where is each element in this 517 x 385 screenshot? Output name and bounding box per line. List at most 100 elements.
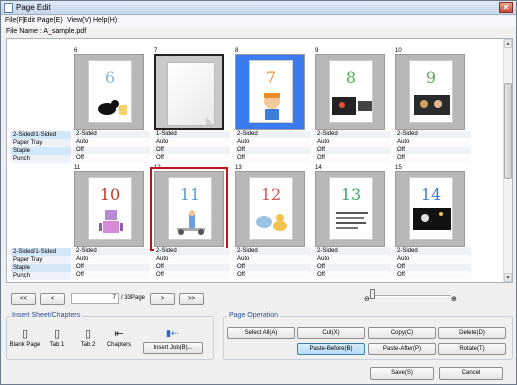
attr-tray: Auto xyxy=(315,139,391,146)
row-label-tray: Paper Tray xyxy=(11,139,71,147)
attr-tray: Auto xyxy=(235,139,311,146)
page-thumbnail[interactable]: 9 xyxy=(395,54,465,130)
page-edit-window: Page Edit ✕ File(F) Edit Page(E) View(V)… xyxy=(0,0,517,385)
cancel-button[interactable]: Cancel xyxy=(439,367,503,380)
chapters-label: Chapters xyxy=(106,342,132,348)
tab2-tool[interactable]: ▯ Tab 2 xyxy=(74,328,102,348)
chapters-tool[interactable]: ⇤ Chapters xyxy=(104,328,134,348)
printed-page-number: 10 xyxy=(99,185,121,204)
paste-after-button[interactable]: Paste-After(P) xyxy=(368,343,436,355)
window-title: Page Edit xyxy=(16,3,51,12)
page-thumbnail-selected[interactable] xyxy=(154,54,224,130)
select-all-button[interactable]: Select All(A) xyxy=(227,327,295,339)
tab1-label: Tab 1 xyxy=(49,342,65,348)
page-thumbnail[interactable]: 6 xyxy=(74,54,144,130)
printed-page-number: 7 xyxy=(265,68,277,87)
attr-tray: Auto xyxy=(395,139,471,146)
attr-sides: 2-Sided xyxy=(74,131,150,138)
scroll-up-icon[interactable]: ▲ xyxy=(504,39,512,48)
menu-edit-page[interactable]: Edit Page(E) xyxy=(23,17,63,24)
attr-sides: 2-Sided xyxy=(315,248,391,255)
attr-staple: Off xyxy=(74,264,150,271)
insert-job-icon: ▮⇠ xyxy=(166,328,179,338)
attr-tray: Auto xyxy=(154,256,230,263)
paste-before-button[interactable]: Paste-Before(B) xyxy=(297,343,365,355)
save-button[interactable]: Save(S) xyxy=(370,367,434,380)
page-thumbnail[interactable]: 7 xyxy=(235,54,305,130)
scroll-down-icon[interactable]: ▼ xyxy=(504,273,512,282)
page-thumbnail[interactable]: 14 xyxy=(395,171,465,247)
zoom-in-icon[interactable]: ⊕ xyxy=(451,295,457,303)
scroll-thumb[interactable] xyxy=(504,83,512,179)
zoom-slider[interactable]: ⊖ ⊕ xyxy=(364,289,459,303)
last-page-button[interactable]: >> xyxy=(179,293,204,305)
title-bar: Page Edit ✕ xyxy=(1,1,516,15)
attr-staple: Off xyxy=(395,264,471,271)
attr-staple: Off xyxy=(315,264,391,271)
printed-page-number: 13 xyxy=(340,185,362,204)
attr-punch: Off xyxy=(315,155,391,162)
attr-tray: Auto xyxy=(315,256,391,263)
page-number-input[interactable]: 7 xyxy=(71,293,119,304)
space-illustration xyxy=(413,208,451,230)
attr-sides: 2-Sided xyxy=(74,248,150,255)
tab2-label: Tab 2 xyxy=(80,342,96,348)
menu-help[interactable]: Help(H) xyxy=(93,17,117,24)
page-thumbnail-panel[interactable]: 6 7 8 9 10 6 7 8 9 2-Sided/1-Sided Paper… xyxy=(6,38,513,283)
animals-illustration xyxy=(256,214,287,231)
attr-sides: 1-Sided xyxy=(154,131,230,138)
insert-group-title: Insert Sheet/Chapters xyxy=(10,312,83,319)
rotate-button[interactable]: Rotate(T) xyxy=(438,343,506,355)
row-label-punch: Punch xyxy=(11,155,71,163)
boy-illustration xyxy=(264,93,280,120)
delete-button[interactable]: Delete(D) xyxy=(438,327,506,339)
printed-page-number: 14 xyxy=(420,185,442,204)
next-page-button[interactable]: > xyxy=(150,293,175,305)
insert-job-button[interactable]: Insert Job(B)... xyxy=(143,342,203,354)
previous-page-button[interactable]: < xyxy=(40,293,65,305)
page-sheet: 13 xyxy=(329,177,373,240)
page-thumbnail[interactable]: 10 xyxy=(74,171,144,247)
first-page-button[interactable]: << xyxy=(11,293,36,305)
attr-sides: 2-Sided xyxy=(235,131,311,138)
attr-punch: Off xyxy=(235,272,311,279)
printed-page-number: 11 xyxy=(179,185,201,204)
zoom-track xyxy=(373,295,451,297)
photo-illustration xyxy=(414,95,450,115)
attr-punch: Off xyxy=(395,272,471,279)
page-thumbnail[interactable]: 13 xyxy=(315,171,385,247)
cut-button[interactable]: Cut(X) xyxy=(297,327,365,339)
attr-staple: Off xyxy=(315,147,391,154)
printed-page-number: 9 xyxy=(425,68,437,87)
page-thumbnail[interactable]: 12 xyxy=(235,171,305,247)
zoom-knob[interactable] xyxy=(370,289,375,299)
attr-staple: Off xyxy=(154,147,230,154)
zoom-out-icon[interactable]: ⊖ xyxy=(364,295,370,303)
row-label-sides: 2-Sided/1-Sided xyxy=(11,131,71,139)
attr-tray: Auto xyxy=(74,256,150,263)
attr-tray: Auto xyxy=(235,256,311,263)
attr-punch: Off xyxy=(154,155,230,162)
blank-page-label: Blank Page xyxy=(9,342,41,348)
blank-page-tool[interactable]: ▯ Blank Page xyxy=(9,328,41,348)
page-thumbnail[interactable]: 8 xyxy=(315,54,385,130)
page-sheet: 8 xyxy=(329,60,373,123)
attr-staple: Off xyxy=(235,147,311,154)
close-button[interactable]: ✕ xyxy=(499,2,513,13)
vertical-scrollbar[interactable]: ▲ ▼ xyxy=(503,39,512,282)
tab-icon: ▯ xyxy=(84,328,92,340)
printed-page-number: 8 xyxy=(345,68,357,87)
attr-tray: Auto xyxy=(154,139,230,146)
attr-punch: Off xyxy=(74,272,150,279)
page-sheet: 14 xyxy=(409,177,453,240)
attr-sides: 2-Sided xyxy=(235,248,311,255)
tab1-tool[interactable]: ▯ Tab 1 xyxy=(43,328,71,348)
copy-button[interactable]: Copy(C) xyxy=(368,327,436,339)
attr-punch: Off xyxy=(235,155,311,162)
robot-illustration xyxy=(99,210,123,233)
menu-view[interactable]: View(V) xyxy=(67,17,91,24)
page-sheet: 10 xyxy=(88,177,132,240)
page-thumbnail-highlighted[interactable]: 11 xyxy=(150,167,228,251)
crow-illustration xyxy=(98,100,127,115)
attr-punch: Off xyxy=(395,155,471,162)
